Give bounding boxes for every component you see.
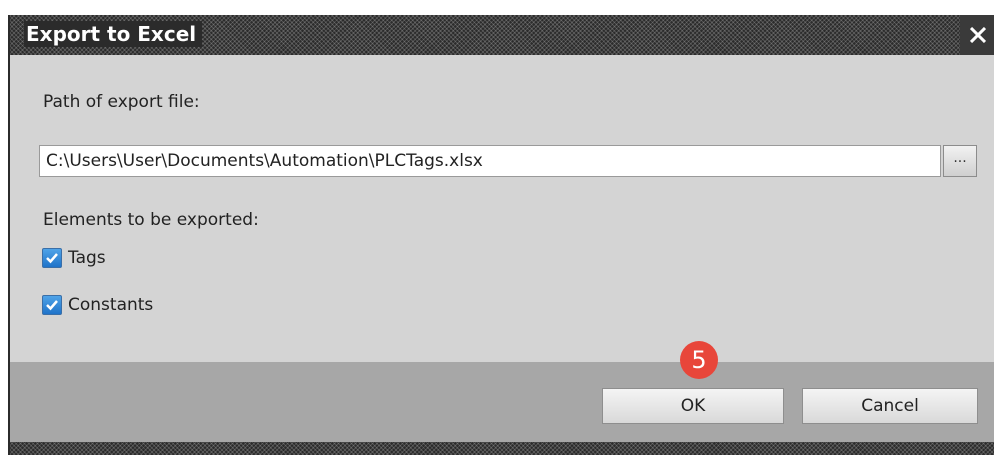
path-label: Path of export file:	[43, 92, 200, 112]
dialog-bottom-border	[10, 442, 994, 455]
checkmark-icon	[46, 300, 58, 311]
dialog-title: Export to Excel	[24, 21, 203, 47]
tags-label: Tags	[68, 248, 106, 268]
dialog-footer: OK Cancel	[10, 362, 994, 442]
checkmark-icon	[46, 253, 58, 264]
ok-button[interactable]: OK	[602, 388, 784, 424]
constants-checkbox[interactable]	[42, 295, 62, 315]
step-number-badge: 5	[680, 341, 718, 379]
close-icon	[970, 27, 986, 43]
export-path-input[interactable]: C:\Users\User\Documents\Automation\PLCTa…	[39, 145, 941, 177]
close-button[interactable]	[960, 15, 994, 55]
browse-button[interactable]: ...	[943, 145, 977, 177]
constants-label: Constants	[68, 295, 154, 315]
cancel-button[interactable]: Cancel	[802, 388, 978, 424]
export-to-excel-dialog: Export to Excel Path of export file: C:\…	[8, 15, 994, 455]
tags-checkbox[interactable]	[42, 248, 62, 268]
dialog-title-bar: Export to Excel	[10, 15, 994, 55]
elements-label: Elements to be exported:	[43, 210, 259, 230]
